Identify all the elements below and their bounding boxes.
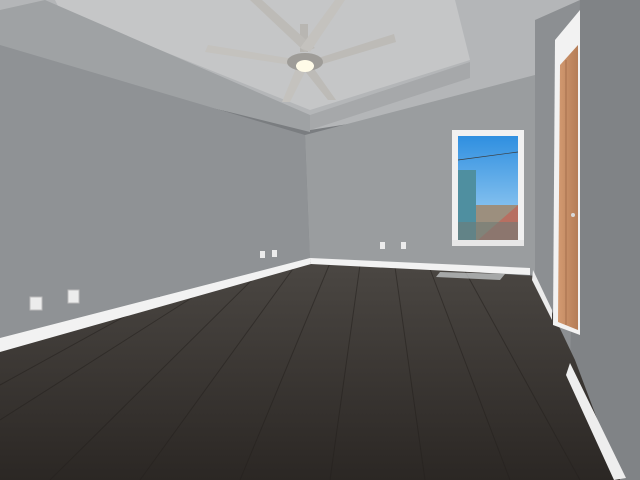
outlet-icon <box>260 251 265 258</box>
outlet-icon <box>29 296 43 311</box>
window-icon <box>452 130 524 246</box>
room-photo <box>0 0 640 480</box>
outlet-icon <box>67 289 80 304</box>
outlet-icon <box>272 250 277 257</box>
door-icon <box>553 10 580 335</box>
outlet-icon <box>401 242 406 249</box>
outlet-icon <box>380 242 385 249</box>
